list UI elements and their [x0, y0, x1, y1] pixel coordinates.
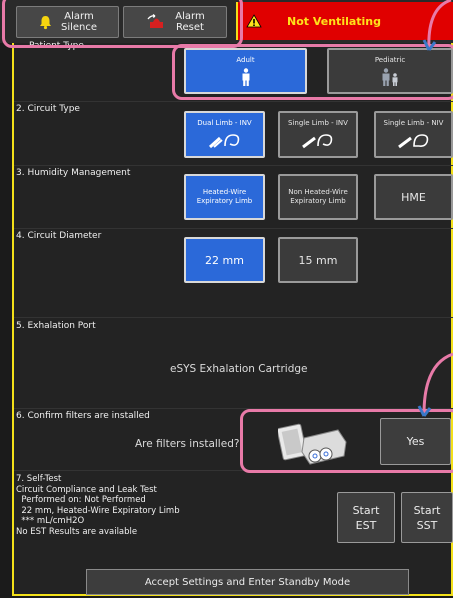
single-limb-icon	[302, 134, 333, 149]
diameter-15mm-option[interactable]: 15 mm	[278, 237, 358, 283]
self-test-status: 7. Self-Test Circuit Compliance and Leak…	[16, 474, 180, 537]
humidity-heated-wire-option[interactable]: Heated-Wire Expiratory Limb	[184, 174, 265, 220]
alarm-message: Not Ventilating	[287, 14, 382, 28]
pointer-arrow-icon	[422, 0, 452, 51]
exhalation-port-label: 5. Exhalation Port	[16, 321, 96, 331]
divider	[14, 101, 453, 102]
accept-settings-label: Accept Settings and Enter Standby Mode	[144, 576, 351, 588]
warning-icon	[246, 14, 262, 28]
humidity-label: 3. Humidity Management	[16, 168, 131, 178]
diameter-15mm-label: 15 mm	[298, 253, 338, 267]
circuit-single-limb-inv-option[interactable]: Single Limb - INV	[278, 111, 358, 158]
start-est-button[interactable]: Start EST	[337, 492, 395, 543]
single-limb-inv-label: Single Limb - INV	[288, 119, 348, 127]
start-sst-button[interactable]: Start SST	[401, 492, 453, 543]
filters-question: Are filters installed?	[135, 438, 240, 450]
highlight-alarm-buttons	[2, 0, 243, 48]
humidity-non-heated-wire-option[interactable]: Non Heated-Wire Expiratory Limb	[278, 174, 358, 220]
accept-settings-button[interactable]: Accept Settings and Enter Standby Mode	[86, 569, 409, 595]
pointer-arrow-icon	[417, 352, 453, 417]
start-est-label: Start EST	[352, 503, 380, 532]
circuit-dual-limb-inv-option[interactable]: Dual Limb - INV	[184, 111, 265, 158]
exhalation-port-value: eSYS Exhalation Cartridge	[170, 363, 308, 375]
filters-label: 6. Confirm filters are installed	[16, 411, 150, 421]
dual-limb-icon	[208, 134, 239, 149]
single-limb-niv-label: Single Limb - NIV	[383, 119, 444, 127]
niv-mask-icon	[397, 134, 428, 149]
circuit-diameter-label: 4. Circuit Diameter	[16, 231, 102, 241]
humidity-hme-option[interactable]: HME	[374, 174, 453, 220]
start-sst-label: Start SST	[413, 503, 441, 532]
hme-label: HME	[401, 190, 426, 204]
divider	[14, 228, 453, 229]
circuit-single-limb-niv-option[interactable]: Single Limb - NIV	[374, 111, 453, 158]
diameter-22mm-option[interactable]: 22 mm	[184, 237, 265, 283]
dual-limb-inv-label: Dual Limb - INV	[197, 119, 252, 127]
circuit-type-label: 2. Circuit Type	[16, 104, 80, 114]
non-heated-wire-label: Non Heated-Wire Expiratory Limb	[288, 188, 348, 205]
divider	[14, 165, 453, 166]
heated-wire-label: Heated-Wire Expiratory Limb	[196, 188, 253, 205]
divider	[14, 317, 453, 318]
diameter-22mm-label: 22 mm	[205, 253, 244, 267]
